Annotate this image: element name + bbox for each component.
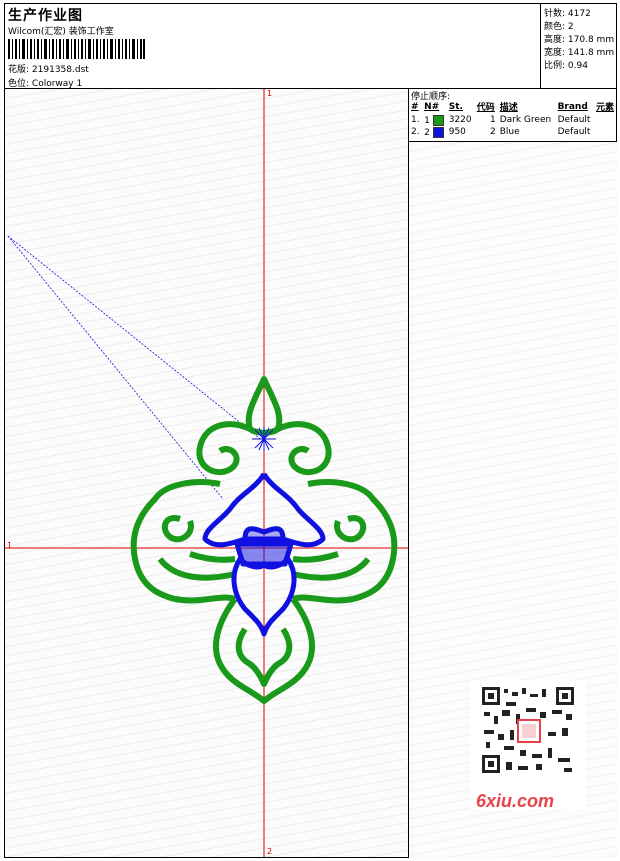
spec-stitches: 针数: 4172 (544, 9, 591, 19)
axis-label-top: 1 (267, 89, 273, 98)
design-file-label: 花版: (8, 65, 30, 75)
qr-code-icon (480, 685, 576, 775)
design-file-row: 花版: 2191358.dst (8, 62, 89, 75)
stop-table: # N# St. 代码 描述 Brand 元素 1. 1 3220 1 Dark… (409, 99, 617, 138)
watermark: 6xiu.com (470, 680, 586, 811)
embroidery-preview (5, 89, 408, 857)
barcode (8, 39, 145, 59)
design-canvas[interactable]: 1 1 2 (5, 89, 408, 857)
table-row[interactable]: 1. 1 3220 1 Dark Green Default (409, 114, 617, 126)
spec-colors: 颜色: 2 (544, 22, 574, 32)
table-row[interactable]: 2. 2 950 2 Blue Default (409, 126, 617, 138)
axis-label-bottom: 2 (267, 847, 273, 856)
color-swatch (432, 114, 444, 126)
stop-table-header: # N# St. 代码 描述 Brand 元素 (411, 101, 615, 114)
spec-height: 高度: 170.8 mm (544, 35, 615, 45)
watermark-text: 6xiu.com (476, 791, 555, 811)
sheet-title: 生产作业图 (8, 8, 83, 24)
jump-stitches (7, 235, 264, 500)
spec-scale: 比例: 0.94 (544, 61, 588, 71)
stop-sequence: 停止顺序: # N# St. 代码 描述 Brand 元素 1. 1 3220 … (409, 89, 617, 141)
axis-label-left: 1 (7, 541, 13, 550)
star-stitch (252, 427, 276, 451)
design-file-name: 2191358.dst (31, 65, 89, 75)
sheet-subtitle: Wilcom(汇宏) 装饰工作室 (8, 27, 114, 37)
spec-panel: 针数: 4172 颜色: 2 高度: 170.8 mm 宽度: 141.8 mm… (540, 4, 617, 88)
spec-width: 宽度: 141.8 mm (544, 48, 615, 58)
color-swatch (432, 126, 444, 138)
header: 生产作业图 Wilcom(汇宏) 装饰工作室 花版: 2191358.dst 色… (5, 4, 540, 89)
